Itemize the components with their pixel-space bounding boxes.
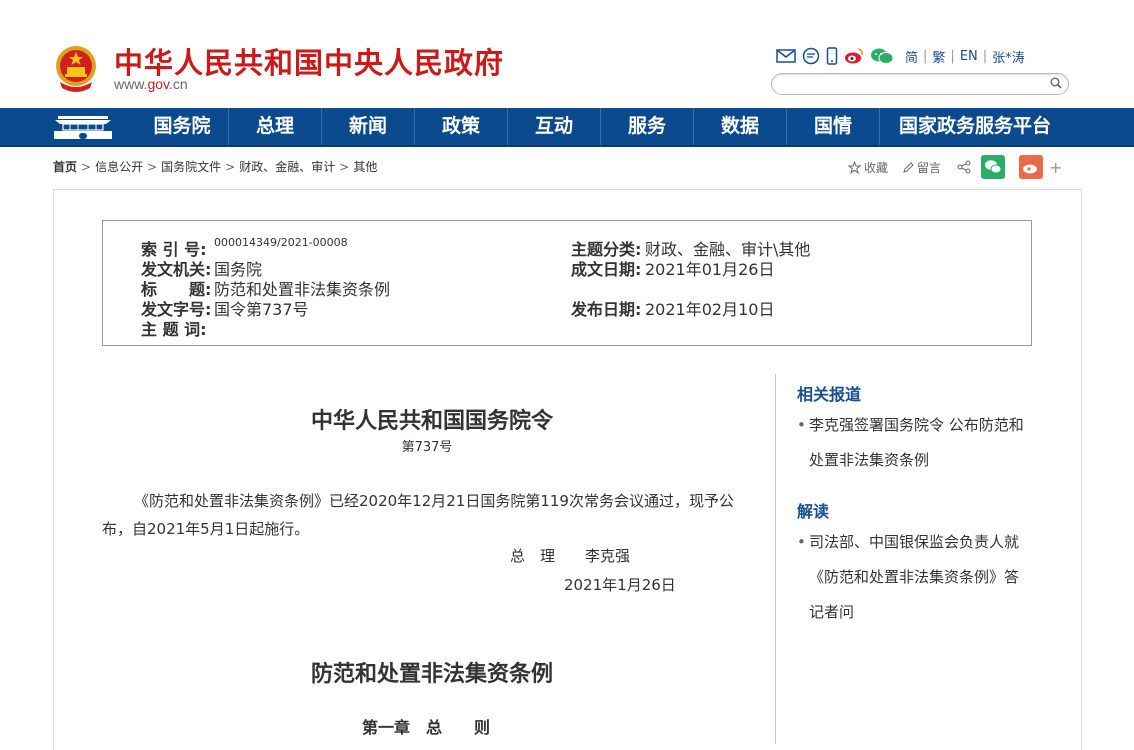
lang-traditional-link[interactable]: 繁	[932, 47, 945, 66]
wechat-share-icon[interactable]	[981, 155, 1006, 179]
site-header: 中华人民共和国中央人民政府 www.gov.cn 简 | 繁 | EN | 张*涛	[0, 0, 1134, 108]
decree-paragraph: 《防范和处置非法集资条例》已经2020年12月21日国务院第119次常务会议通过…	[102, 492, 734, 538]
meta-index-value: 000014349/2021-00008	[214, 236, 348, 249]
main-nav: 国务院 总理 新闻 政策 互动 服务 数据 国情 国家政务服务平台	[0, 108, 1134, 147]
list-item[interactable]: • 司法部、中国银保监会负责人就《防范和处置非法集资条例》答记者问	[797, 525, 1019, 630]
interpretation-link[interactable]: 司法部、中国银保监会负责人就《防范和处置非法集资条例》答记者问	[797, 525, 1019, 630]
breadcrumb-state-council-docs[interactable]: 国务院文件	[161, 160, 221, 174]
breadcrumb-info-disclosure[interactable]: 信息公开	[95, 160, 143, 174]
breadcrumb: 首页 > 信息公开 > 国务院文件 > 财政、金融、审计 > 其他	[53, 158, 377, 175]
meta-keywords-label: 主 题 词:	[141, 320, 207, 339]
bullet: •	[797, 533, 806, 551]
decree-date: 2021年1月26日	[564, 576, 676, 594]
chat-icon[interactable]	[802, 47, 820, 65]
meta-published-date-label: 发布日期:	[571, 300, 642, 319]
nav-item-interaction[interactable]: 互动	[507, 108, 600, 145]
pencil-icon[interactable]	[902, 161, 914, 174]
signer-title: 总 理	[510, 547, 556, 565]
breadcrumb-separator: >	[225, 160, 236, 174]
nav-item-premier[interactable]: 总理	[228, 108, 321, 145]
related-reports-list: • 李克强签署国务院令 公布防范和处置非法集资条例	[797, 408, 1037, 478]
interpretation-heading: 解读	[797, 502, 830, 521]
meta-docno-value: 国令第737号	[214, 300, 309, 319]
divider: |	[982, 48, 988, 64]
breadcrumb-separator: >	[339, 160, 350, 174]
meta-written-date-value: 2021年01月26日	[645, 260, 775, 279]
signer-name: 李克强	[585, 547, 631, 565]
lang-simplified-link[interactable]: 简	[905, 47, 918, 66]
comment-button[interactable]: 留言	[917, 159, 941, 176]
nav-item-national-info[interactable]: 国情	[786, 108, 879, 145]
star-icon[interactable]	[848, 160, 861, 174]
favorite-button[interactable]: 收藏	[864, 159, 888, 176]
lang-english-link[interactable]: EN	[960, 49, 978, 64]
nav-item-gov-service-platform[interactable]: 国家政务服务平台	[879, 108, 1070, 145]
meta-written-date-label: 成文日期:	[571, 260, 642, 279]
signer: 总 理 李克强	[510, 545, 630, 566]
bullet: •	[797, 416, 806, 434]
divider: |	[950, 48, 955, 64]
decree-number: 第737号	[401, 440, 453, 455]
related-report-link[interactable]: 李克强签署国务院令 公布防范和处置非法集资条例	[797, 408, 1037, 478]
share-icon[interactable]	[957, 160, 971, 174]
wechat-icon[interactable]	[870, 47, 894, 65]
list-item[interactable]: • 李克强签署国务院令 公布防范和处置非法集资条例	[797, 408, 1037, 478]
interpretation-list: • 司法部、中国银保监会负责人就《防范和处置非法集资条例》答记者问	[797, 525, 1019, 630]
search-box[interactable]	[771, 73, 1069, 95]
breadcrumb-home[interactable]: 首页	[53, 160, 77, 174]
more-share-button[interactable]: +	[1049, 158, 1062, 177]
nav-item-policy[interactable]: 政策	[414, 108, 507, 145]
share-toolbar: 收藏 留言 +	[848, 155, 1062, 179]
nav-item-services[interactable]: 服务	[600, 108, 693, 145]
related-reports-heading: 相关报道	[797, 385, 862, 404]
breadcrumb-separator: >	[81, 160, 92, 174]
chapter-heading: 第一章 总 则	[362, 718, 491, 737]
mobile-icon[interactable]	[826, 47, 838, 65]
regulation-title: 防范和处置非法集资条例	[310, 661, 553, 687]
column-divider	[775, 374, 776, 744]
national-emblem-icon[interactable]	[52, 44, 100, 94]
site-url: www.gov.cn	[114, 76, 188, 92]
mail-icon[interactable]	[776, 48, 796, 64]
breadcrumb-finance[interactable]: 财政、金融、审计	[239, 160, 335, 174]
user-account-link[interactable]: 张*涛	[992, 47, 1025, 66]
search-icon[interactable]	[1050, 77, 1062, 89]
nav-item-data[interactable]: 数据	[693, 108, 786, 145]
breadcrumb-other[interactable]: 其他	[353, 160, 377, 174]
breadcrumb-separator: >	[147, 160, 158, 174]
weibo-icon[interactable]	[844, 47, 864, 65]
nav-item-news[interactable]: 新闻	[321, 108, 414, 145]
header-tools: 简 | 繁 | EN | 张*涛	[776, 46, 1030, 66]
weibo-share-icon[interactable]	[1019, 155, 1044, 179]
tiananmen-logo-icon[interactable]	[52, 112, 114, 142]
nav-menu: 国务院 总理 新闻 政策 互动 服务 数据 国情 国家政务服务平台	[136, 108, 1070, 145]
document-meta-table: 索 引 号: 000014349/2021-00008 主题分类: 财政、金融、…	[102, 220, 1032, 346]
nav-item-state-council[interactable]: 国务院	[136, 108, 228, 145]
search-input[interactable]	[782, 75, 1056, 95]
decree-title: 中华人民共和国国务院令	[310, 408, 553, 434]
divider: |	[923, 48, 928, 64]
meta-published-date-value: 2021年02月10日	[645, 300, 775, 319]
